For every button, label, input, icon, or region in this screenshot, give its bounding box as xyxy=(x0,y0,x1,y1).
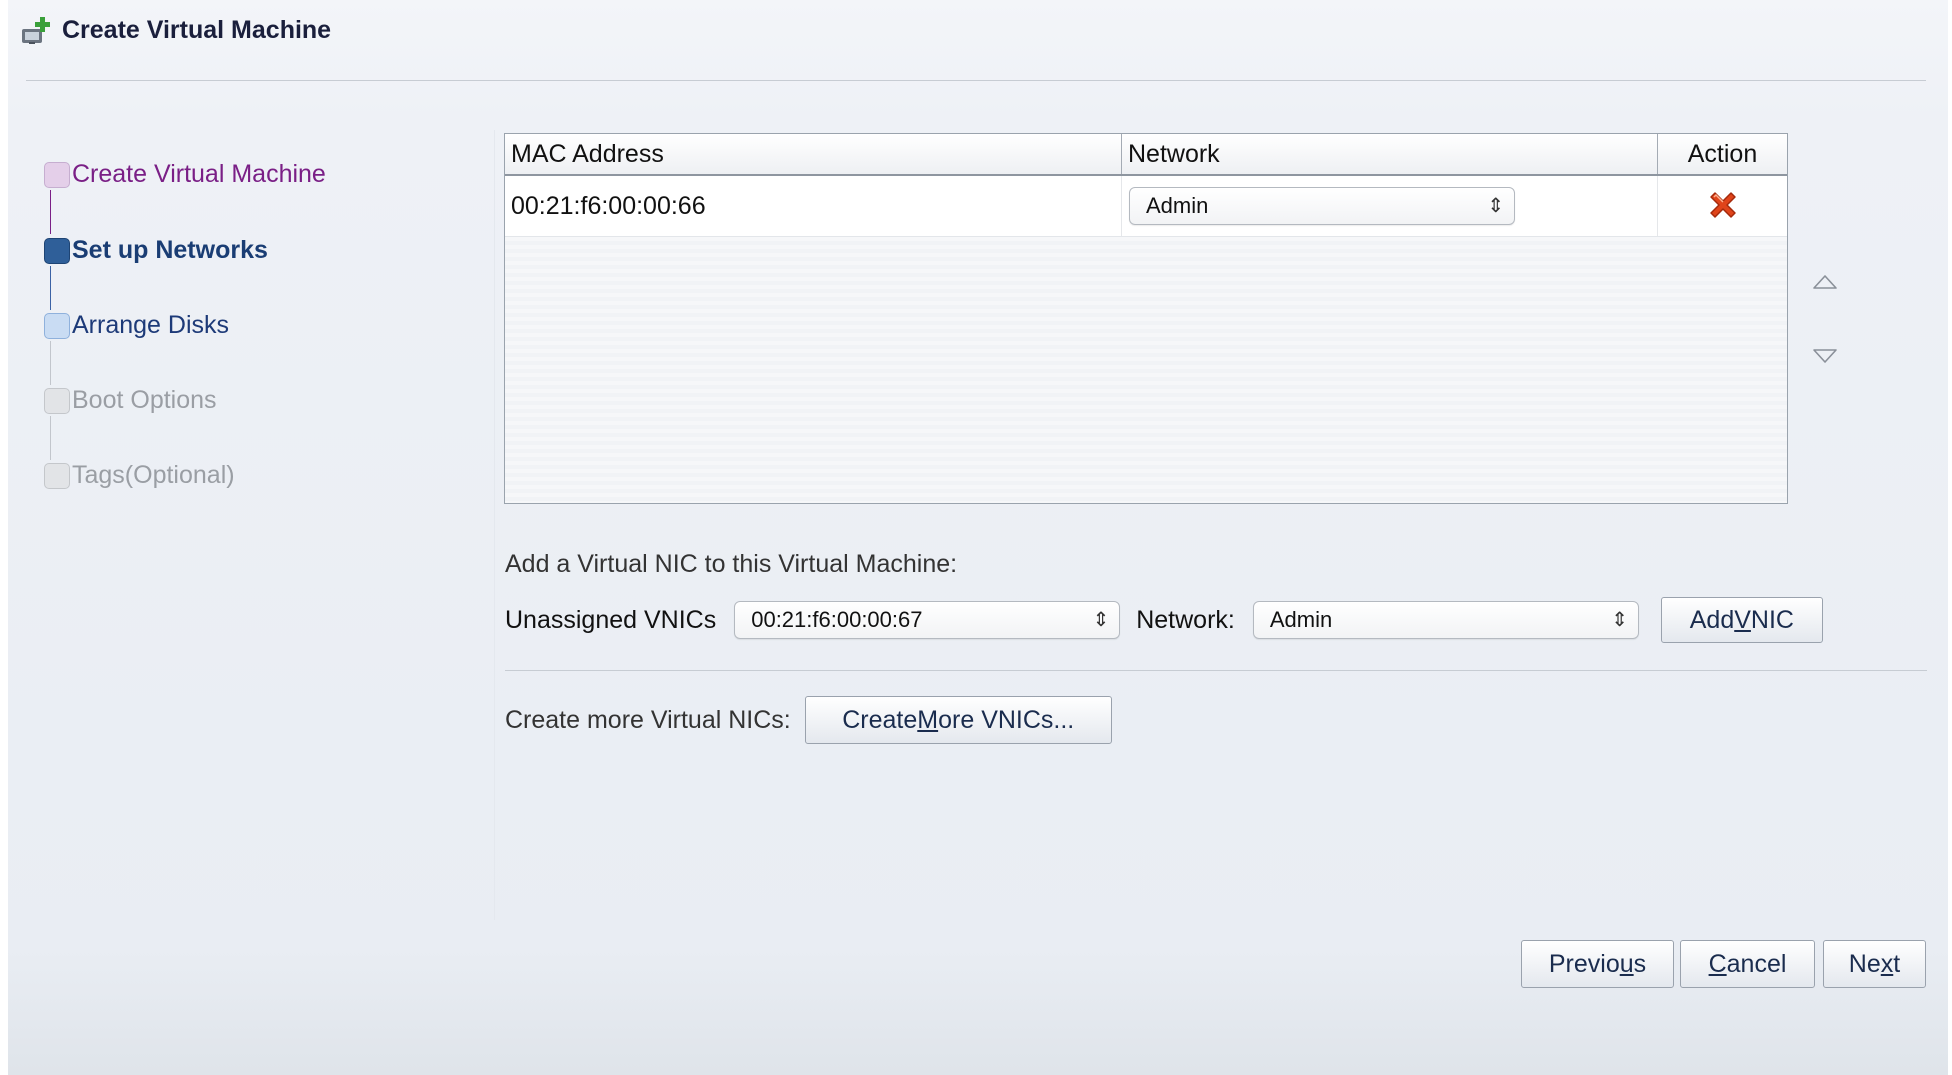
create-more-label: Create more Virtual NICs: xyxy=(505,705,791,734)
panel-divider xyxy=(494,130,495,920)
unassigned-vnics-label: Unassigned VNICs xyxy=(505,605,717,634)
mnemonic-letter: V xyxy=(1734,605,1751,634)
add-vnic-button[interactable]: Add V NIC xyxy=(1660,597,1823,643)
step-indicator xyxy=(44,312,70,339)
step-connector xyxy=(50,266,51,310)
add-vnic-row: Unassigned VNICs 00:21:f6:00:00:67 ⇕ Net… xyxy=(505,597,1823,643)
dialog-title-bar: Create Virtual Machine xyxy=(20,8,331,52)
select-arrows-icon: ⇕ xyxy=(1611,609,1628,631)
table-empty-area xyxy=(505,237,1787,503)
create-vm-dialog: Create Virtual Machine Create Virtual Ma… xyxy=(8,0,1948,1075)
step-label: Set up Networks xyxy=(72,236,268,264)
mnemonic-letter: C xyxy=(1708,949,1727,978)
add-vnic-heading: Add a Virtual NIC to this Virtual Machin… xyxy=(505,550,958,578)
network-cell: Admin ⇕ xyxy=(1122,176,1658,236)
column-header-mac-address[interactable]: MAC Address xyxy=(505,134,1122,174)
train-step-arrange-disks[interactable]: Arrange Disks xyxy=(44,311,229,340)
step-indicator xyxy=(44,161,70,188)
step-connector xyxy=(50,190,51,234)
cancel-button[interactable]: Cancel xyxy=(1680,940,1815,988)
network-label: Network: xyxy=(1136,605,1235,634)
unassigned-vnics-value: 00:21:f6:00:00:67 xyxy=(751,607,923,632)
title-divider xyxy=(26,80,1926,81)
step-label: Arrange Disks xyxy=(72,311,229,339)
unassigned-vnics-select[interactable]: 00:21:f6:00:00:67 ⇕ xyxy=(734,601,1121,639)
step-label: Tags(Optional) xyxy=(72,461,235,489)
step-label: Create Virtual Machine xyxy=(72,160,326,188)
move-down-icon[interactable] xyxy=(1810,344,1840,368)
move-up-icon[interactable] xyxy=(1810,270,1840,294)
train-step-create-vm[interactable]: Create Virtual Machine xyxy=(44,160,326,189)
previous-button[interactable]: Previo u s xyxy=(1521,940,1674,988)
step-connector xyxy=(50,341,51,385)
mnemonic-letter: x xyxy=(1880,949,1894,978)
step-indicator xyxy=(44,387,70,414)
next-button[interactable]: Ne x t xyxy=(1823,940,1926,988)
select-arrows-icon: ⇕ xyxy=(1487,195,1504,217)
create-more-row: Create more Virtual NICs: Create More VN… xyxy=(505,696,1112,744)
mac-address-cell: 00:21:f6:00:00:66 xyxy=(505,176,1122,236)
vnic-table: MAC Address Network Action 00:21:f6:00:0… xyxy=(504,133,1788,504)
column-header-network[interactable]: Network xyxy=(1122,134,1658,174)
mnemonic-letter: u xyxy=(1619,949,1634,978)
table-row[interactable]: 00:21:f6:00:00:66 Admin ⇕ xyxy=(505,176,1787,237)
step-indicator xyxy=(44,237,70,264)
train-step-tags: Tags(Optional) xyxy=(44,461,235,490)
table-header: MAC Address Network Action xyxy=(505,134,1787,176)
section-divider xyxy=(505,670,1927,671)
network-select-value: Admin xyxy=(1269,607,1333,632)
train-step-boot-options: Boot Options xyxy=(44,386,217,415)
mnemonic-letter: M xyxy=(917,705,939,734)
train-step-set-up-networks[interactable]: Set up Networks xyxy=(44,236,268,265)
row-network-value: Admin xyxy=(1146,193,1209,218)
add-virtual-machine-icon xyxy=(22,17,50,44)
dialog-title: Create Virtual Machine xyxy=(62,15,332,44)
create-more-vnics-button[interactable]: Create More VNICs... xyxy=(804,696,1112,744)
column-header-action[interactable]: Action xyxy=(1658,134,1787,174)
step-label: Boot Options xyxy=(72,386,217,414)
wizard-navigation: Previo u s Cancel Ne x t xyxy=(1521,940,1926,988)
action-cell xyxy=(1658,176,1787,236)
delete-icon[interactable] xyxy=(1703,186,1743,226)
network-select[interactable]: Admin ⇕ xyxy=(1252,601,1639,639)
select-arrows-icon: ⇕ xyxy=(1092,609,1110,631)
row-network-select[interactable]: Admin ⇕ xyxy=(1129,187,1515,225)
step-connector xyxy=(50,416,51,460)
step-indicator xyxy=(44,462,70,489)
